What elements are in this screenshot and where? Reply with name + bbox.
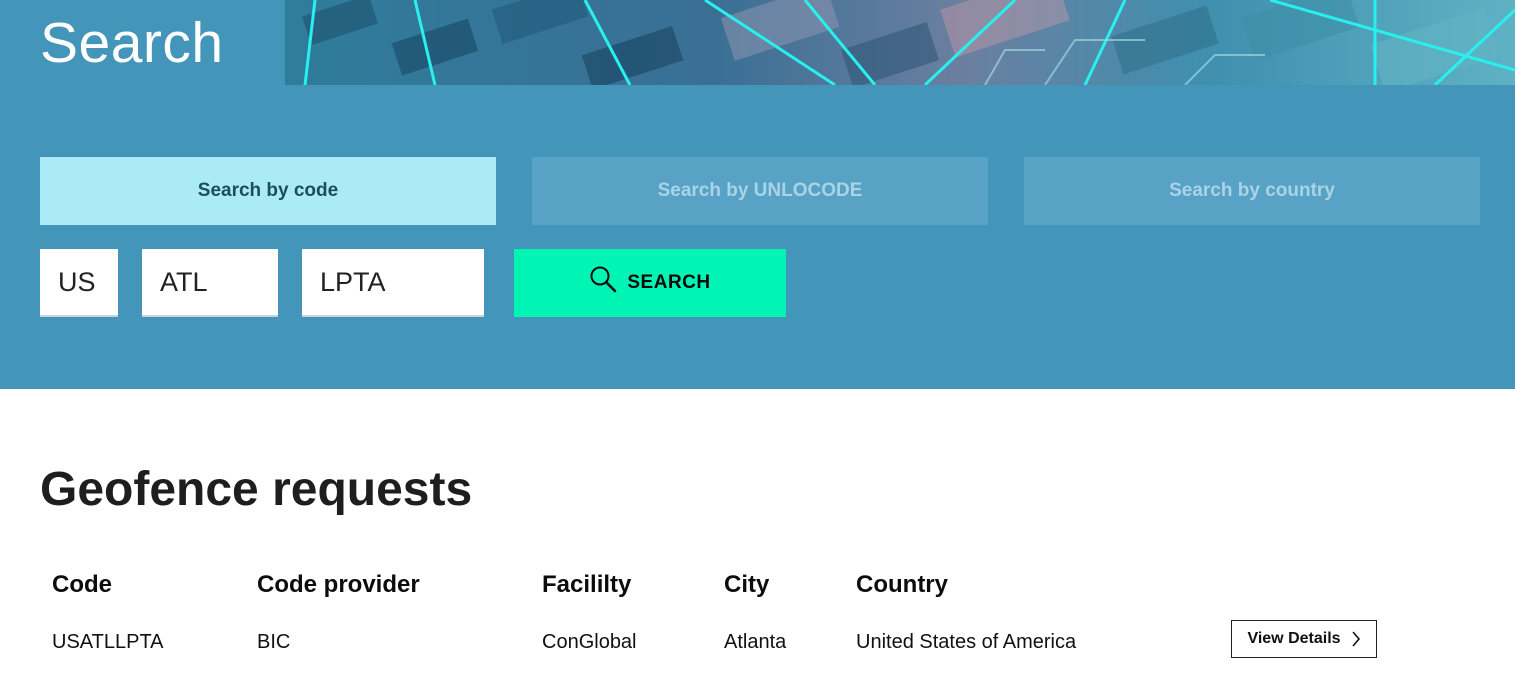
column-header-country: Country	[856, 571, 948, 598]
cell-code: USATLLPTA	[52, 631, 164, 653]
search-button[interactable]: SEARCH	[514, 249, 786, 317]
column-header-code: Code	[52, 571, 112, 598]
cell-city: Atlanta	[724, 631, 787, 653]
tab-search-by-unlocode[interactable]: Search by UNLOCODE	[532, 157, 988, 225]
tab-search-by-country[interactable]: Search by country	[1024, 157, 1480, 225]
section-title: Geofence requests	[40, 463, 473, 516]
chevron-right-icon	[1351, 631, 1360, 647]
cell-code-provider: BIC	[257, 631, 291, 653]
page-title: Search	[40, 11, 224, 75]
circuit-banner-graphic	[285, 0, 1515, 85]
search-button-label: SEARCH	[627, 272, 711, 293]
facility-code-input[interactable]	[302, 249, 484, 317]
view-details-label: View Details	[1247, 630, 1341, 647]
cell-country: United States of America	[856, 631, 1077, 653]
search-icon	[590, 266, 617, 293]
tab-label: Search by UNLOCODE	[657, 180, 863, 201]
country-code-input[interactable]	[40, 249, 118, 317]
tab-search-by-code[interactable]: Search by code	[40, 157, 496, 225]
column-header-city: City	[724, 571, 770, 598]
cell-facility: ConGlobal	[542, 631, 637, 653]
location-code-input[interactable]	[142, 249, 278, 317]
column-header-facility: Facililty	[542, 571, 632, 598]
tab-label: Search by country	[1169, 180, 1335, 201]
search-hero: Search Search by code Search by UNLOCODE…	[0, 0, 1515, 389]
view-details-button[interactable]: View Details	[1231, 620, 1377, 658]
banner-image	[285, 0, 1515, 85]
column-header-code-provider: Code provider	[257, 571, 420, 598]
tab-label: Search by code	[197, 180, 339, 201]
